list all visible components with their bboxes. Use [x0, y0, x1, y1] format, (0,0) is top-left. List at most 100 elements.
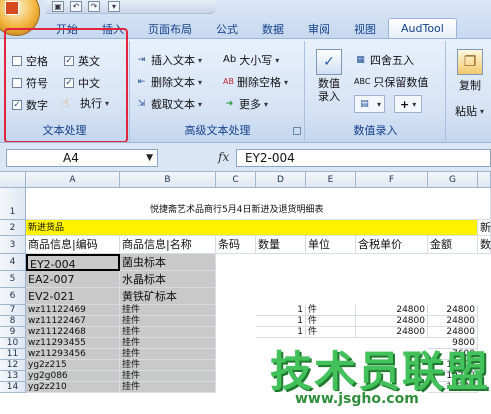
tab-review[interactable]: 审阅 [296, 18, 342, 38]
section-label-right[interactable]: 新 [478, 220, 491, 236]
undo-icon[interactable]: ↶ [70, 1, 82, 12]
select-all-corner[interactable] [0, 172, 26, 188]
cell-d7[interactable]: 1 [256, 305, 306, 316]
row-header-13[interactable]: 13 [0, 371, 26, 382]
cell-a4-selected[interactable]: EY2-004 [26, 254, 120, 271]
row-header-14[interactable]: 14 [0, 382, 26, 393]
header-quantity[interactable]: 数量 [256, 236, 306, 254]
column-header-h[interactable] [478, 172, 491, 188]
dialog-launcher-icon[interactable] [293, 127, 301, 135]
cell-b7[interactable]: 挂件 [120, 305, 216, 316]
header-amount[interactable]: 金额 [428, 236, 478, 254]
cell-g7[interactable]: 24800 [428, 305, 478, 316]
chevron-down-icon[interactable]: ▼ [146, 150, 153, 166]
cell-f8[interactable]: 24800 [356, 316, 428, 327]
cell-d8[interactable]: 1 [256, 316, 306, 327]
column-header-d[interactable]: D [256, 172, 306, 188]
cell-a6[interactable]: EV2-021 [26, 288, 120, 305]
cell-b6[interactable]: 黄铁矿标本 [120, 288, 216, 305]
row-header-5[interactable]: 5 [0, 271, 26, 288]
column-header-c[interactable]: C [216, 172, 256, 188]
round-button[interactable]: ▦ 四舍五入 [354, 52, 414, 68]
formula-input[interactable]: EY2-004 [236, 149, 491, 167]
row-header-10[interactable]: 10 [0, 338, 26, 349]
insert-text-button[interactable]: ⇥ 插入文本 ▾ [135, 52, 202, 68]
header-name[interactable]: 商品信息|名称 [120, 236, 216, 254]
group-number-entry: ✓ 数值 录入 ▦ 四舍五入 ABC 只保留数值 ▤ ▾ + ▾ 数值录入 [306, 41, 446, 141]
delete-text-button[interactable]: ⇤ 删除文本 ▾ [135, 74, 202, 90]
plus-dropdown[interactable]: + ▾ [394, 95, 423, 113]
qat-dropdown-icon[interactable]: ▾ [108, 1, 120, 12]
row-header-3[interactable]: 3 [0, 236, 26, 254]
cell-b11[interactable]: 挂件 [120, 349, 216, 360]
cell-a12[interactable]: yg2z215 [26, 360, 120, 371]
tab-data[interactable]: 数据 [250, 18, 296, 38]
header-price[interactable]: 含税单价 [356, 236, 428, 254]
header-right[interactable]: 数 [478, 236, 491, 254]
cell-b5[interactable]: 水晶标本 [120, 271, 216, 288]
arrow-right-icon: ➜ [225, 99, 234, 109]
keep-values-button[interactable]: ABC 只保留数值 [354, 74, 428, 90]
name-box[interactable]: A4 ▼ [6, 149, 158, 167]
tab-view[interactable]: 视图 [342, 18, 388, 38]
row-header-4[interactable]: 4 [0, 254, 26, 271]
cell-g8[interactable]: 24800 [428, 316, 478, 327]
plus-icon: + [400, 97, 410, 111]
cell-b9[interactable]: 挂件 [120, 327, 216, 338]
more-button[interactable]: ➜ 更多 ▾ [223, 96, 268, 112]
cell-b14[interactable]: 挂件 [120, 382, 216, 393]
cell-f9[interactable]: 24800 [356, 327, 428, 338]
cell-d9[interactable]: 1 [256, 327, 306, 338]
cell-b8[interactable]: 挂件 [120, 316, 216, 327]
cell-a9[interactable]: wz11122468 [26, 327, 120, 338]
cell-b4[interactable]: 菌虫标本 [120, 254, 216, 271]
cell-f7[interactable]: 24800 [356, 305, 428, 316]
keep-values-label: 只保留数值 [373, 76, 429, 89]
row-header-7[interactable]: 7 [0, 305, 26, 316]
fx-icon[interactable]: fx [218, 150, 229, 164]
row-header-8[interactable]: 8 [0, 316, 26, 327]
header-barcode[interactable]: 条码 [216, 236, 256, 254]
cell-e8[interactable]: 件 [306, 316, 356, 327]
cell-a10[interactable]: wz11293455 [26, 338, 120, 349]
cell-g9[interactable]: 24800 [428, 327, 478, 338]
column-header-e[interactable]: E [306, 172, 356, 188]
row-header-6[interactable]: 6 [0, 288, 26, 305]
column-header-g[interactable]: G [428, 172, 478, 188]
cell-b10[interactable]: 挂件 [120, 338, 216, 349]
save-icon[interactable]: ▣ [52, 1, 64, 12]
redo-icon[interactable]: ↷ [88, 1, 100, 12]
case-button[interactable]: Ab 大小写 ▾ [223, 52, 279, 68]
sheet-title[interactable]: 悦捷斋艺术品商行5月4日新进及退货明细表 [26, 188, 491, 220]
header-unit[interactable]: 单位 [306, 236, 356, 254]
cell-a13[interactable]: yg2g086 [26, 371, 120, 382]
number-entry-button[interactable]: ✓ 数值 录入 [312, 49, 346, 103]
row-header-2[interactable]: 2 [0, 220, 26, 236]
cell-b13[interactable]: 挂件 [120, 371, 216, 382]
header-code[interactable]: 商品信息|编码 [26, 236, 120, 254]
column-header-b[interactable]: B [120, 172, 216, 188]
cell-e9[interactable]: 件 [306, 327, 356, 338]
cell-a7[interactable]: wz11122469 [26, 305, 120, 316]
row-header-9[interactable]: 9 [0, 327, 26, 338]
copy-button[interactable]: ❐ 复制 [453, 49, 487, 93]
cell-a14[interactable]: yg2z210 [26, 382, 120, 393]
tab-audtool[interactable]: AudTool [388, 18, 457, 38]
row-header-1[interactable]: 1 [0, 188, 26, 220]
paste-button[interactable]: 粘贴 ▾ [455, 103, 484, 119]
cell-a8[interactable]: wz11122467 [26, 316, 120, 327]
row-header-12[interactable]: 12 [0, 360, 26, 371]
column-header-a[interactable]: A [26, 172, 120, 188]
row-header-11[interactable]: 11 [0, 349, 26, 360]
format-dropdown[interactable]: ▤ ▾ [354, 95, 386, 113]
extract-text-button[interactable]: ⇲ 截取文本 ▾ [135, 96, 202, 112]
cell-b12[interactable]: 挂件 [120, 360, 216, 371]
cell-a11[interactable]: wz11293456 [26, 349, 120, 360]
section-label[interactable]: 新进货品 [26, 220, 478, 236]
column-header-f[interactable]: F [356, 172, 428, 188]
tab-page-layout[interactable]: 页面布局 [136, 18, 204, 38]
cell-e7[interactable]: 件 [306, 305, 356, 316]
cell-a5[interactable]: EA2-007 [26, 271, 120, 288]
tab-formulas[interactable]: 公式 [204, 18, 250, 38]
delete-spaces-button[interactable]: AB 删除空格 ▾ [223, 74, 288, 90]
